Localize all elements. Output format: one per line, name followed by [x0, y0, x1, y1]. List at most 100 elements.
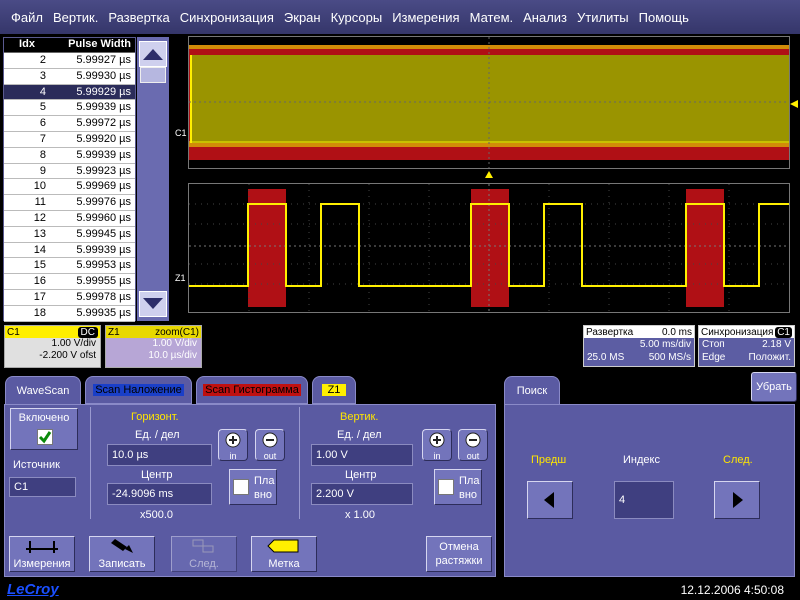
vertical-zoom-in-label: in — [433, 451, 441, 461]
column-header-idx: Idx — [19, 38, 35, 50]
pulse-width-table: Idx Pulse Width 2 5.99927 µs 3 5.99930 µs 4 5… — [3, 37, 136, 322]
table-row[interactable]: 17 5.99978 µs — [4, 289, 135, 306]
zoom-grid[interactable] — [188, 183, 790, 313]
horizontal-center-field[interactable]: -24.9096 ms — [107, 483, 212, 505]
row-index: 17 — [33, 290, 46, 303]
search-panel: Предш Индекс След. 4 — [504, 404, 795, 577]
table-scrollbar[interactable] — [137, 37, 169, 321]
tag-icon — [267, 539, 299, 553]
next-disabled-button[interactable]: След. — [171, 536, 237, 572]
timebase-delay: 0.0 ms — [661, 326, 692, 338]
tab-scan-overlay[interactable]: Scan Наложение — [85, 376, 192, 404]
timebase-tdiv: 5.00 ms/div — [639, 339, 691, 350]
z1-title: zoom(C1) — [155, 326, 199, 338]
scroll-down-button[interactable] — [139, 291, 167, 317]
vertical-unit-field[interactable]: 1.00 V — [311, 444, 413, 466]
vertical-center-field[interactable]: 2.200 V — [311, 483, 413, 505]
table-row[interactable]: 9 5.99923 µs — [4, 163, 135, 180]
z1-vdiv: 1.00 V/div — [152, 338, 197, 349]
tab-search[interactable]: Поиск — [504, 376, 560, 404]
table-row[interactable]: 13 5.99945 µs — [4, 226, 135, 243]
horizontal-smooth-checkbox[interactable] — [233, 479, 249, 495]
source-field[interactable]: C1 — [9, 477, 76, 497]
menu-item-9[interactable]: Утилиты — [572, 10, 634, 25]
menu-item-6[interactable]: Измерения — [387, 10, 464, 25]
tab-z1-label: Z1 — [321, 384, 347, 396]
overview-grid[interactable] — [188, 36, 790, 169]
z1-descriptor[interactable]: Z1 zoom(C1) 1.00 V/div 10.0 µs/div — [105, 325, 202, 368]
row-index: 12 — [33, 211, 46, 224]
menu-item-1[interactable]: Вертик. — [48, 10, 103, 25]
overview-channel-label: C1 — [175, 128, 187, 138]
table-row[interactable]: 4 5.99929 µs — [4, 84, 135, 101]
table-row[interactable]: 8 5.99939 µs — [4, 147, 135, 164]
trigger-type: Edge — [702, 352, 726, 363]
zoom-out-icon — [465, 432, 481, 448]
search-next-label: След. — [723, 454, 753, 466]
c1-coupling-badge: DC — [77, 326, 98, 338]
table-row[interactable]: 15 5.99953 µs — [4, 258, 135, 275]
table-row[interactable]: 7 5.99920 µs — [4, 131, 135, 148]
horizontal-zoom-out-label: out — [263, 451, 277, 461]
vertical-zoom-in-button[interactable]: in — [422, 429, 452, 461]
horizontal-smooth-label: Пла вно — [254, 475, 275, 501]
c1-descriptor[interactable]: C1 DC 1.00 V/div -2.200 V ofst — [4, 325, 101, 368]
vertical-smooth-checkbox[interactable] — [438, 479, 454, 495]
menu-item-3[interactable]: Синхронизация — [175, 10, 279, 25]
table-row[interactable]: 12 5.99960 µs — [4, 210, 135, 227]
search-prev-label: Предш — [531, 454, 567, 466]
tab-scan-histogram[interactable]: Scan Гистограмма — [196, 376, 308, 404]
brand-logo: LeCroy — [7, 581, 59, 598]
row-index: 13 — [33, 227, 46, 240]
vertical-smooth-toggle[interactable]: Пла вно — [434, 469, 482, 505]
scroll-up-button[interactable] — [139, 41, 167, 67]
row-index: 3 — [39, 69, 46, 82]
datetime: 12.12.2006 4:50:08 — [680, 583, 784, 597]
table-row[interactable]: 18 5.99935 µs — [4, 305, 135, 322]
horizontal-unit-field[interactable]: 10.0 µs — [107, 444, 212, 466]
table-row[interactable]: 14 5.99939 µs — [4, 242, 135, 259]
search-index-field[interactable]: 4 — [614, 481, 674, 519]
horizontal-zoom-out-button[interactable]: out — [255, 429, 285, 461]
table-row[interactable]: 11 5.99976 µs — [4, 195, 135, 211]
horizontal-smooth-toggle[interactable]: Пла вно — [229, 469, 277, 505]
record-button[interactable]: Записать — [89, 536, 155, 572]
menu-item-4[interactable]: Экран — [279, 10, 326, 25]
table-row[interactable]: 3 5.99930 µs — [4, 68, 135, 85]
table-body: 2 5.99927 µs 3 5.99930 µs 4 5.99929 µs 5 5.9993… — [4, 53, 135, 322]
table-row[interactable]: 6 5.99972 µs — [4, 116, 135, 132]
menu-item-5[interactable]: Курсоры — [326, 10, 388, 25]
row-pulse-width: 5.99969 µs — [76, 180, 131, 193]
mark-button[interactable]: Метка — [251, 536, 317, 572]
enabled-checkbox[interactable] — [37, 429, 53, 445]
menu-item-8[interactable]: Анализ — [518, 10, 572, 25]
search-next-button[interactable] — [714, 481, 760, 519]
tab-z1[interactable]: Z1 — [312, 376, 356, 404]
horizontal-zoom-in-button[interactable]: in — [218, 429, 248, 461]
timebase-descriptor[interactable]: Развертка 0.0 ms 5.00 ms/div 25.0 MS 500 M… — [583, 325, 695, 367]
table-row[interactable]: 5 5.99939 µs — [4, 100, 135, 117]
row-index: 15 — [33, 259, 46, 272]
row-pulse-width: 5.99960 µs — [76, 211, 131, 224]
vertical-zoom-out-button[interactable]: out — [458, 429, 488, 461]
enabled-toggle[interactable]: Включено — [10, 408, 78, 450]
table-row[interactable]: 2 5.99927 µs — [4, 53, 135, 69]
table-row[interactable]: 16 5.99955 µs — [4, 274, 135, 290]
menu-item-2[interactable]: Развертка — [103, 10, 174, 25]
row-pulse-width: 5.99945 µs — [76, 227, 131, 240]
cancel-zoom-button[interactable]: Отмена растяжки — [426, 536, 492, 572]
measure-button[interactable]: Измерения — [9, 536, 75, 572]
menu-item-7[interactable]: Матем. — [465, 10, 519, 25]
menu-item-0[interactable]: Файл — [6, 10, 48, 25]
measure-icon — [26, 541, 58, 553]
close-button[interactable]: Убрать — [751, 372, 797, 402]
scroll-thumb[interactable] — [140, 67, 166, 83]
menu-item-10[interactable]: Помощь — [634, 10, 694, 25]
trigger-descriptor[interactable]: Синхронизация C1 Стоп 2.18 V Edge Положит. — [698, 325, 795, 367]
search-prev-button[interactable] — [527, 481, 573, 519]
row-index: 14 — [33, 243, 46, 256]
row-pulse-width: 5.99929 µs — [76, 85, 131, 98]
zoom-out-icon — [262, 432, 278, 448]
tab-wavescan[interactable]: WaveScan — [5, 376, 81, 404]
table-row[interactable]: 10 5.99969 µs — [4, 179, 135, 196]
